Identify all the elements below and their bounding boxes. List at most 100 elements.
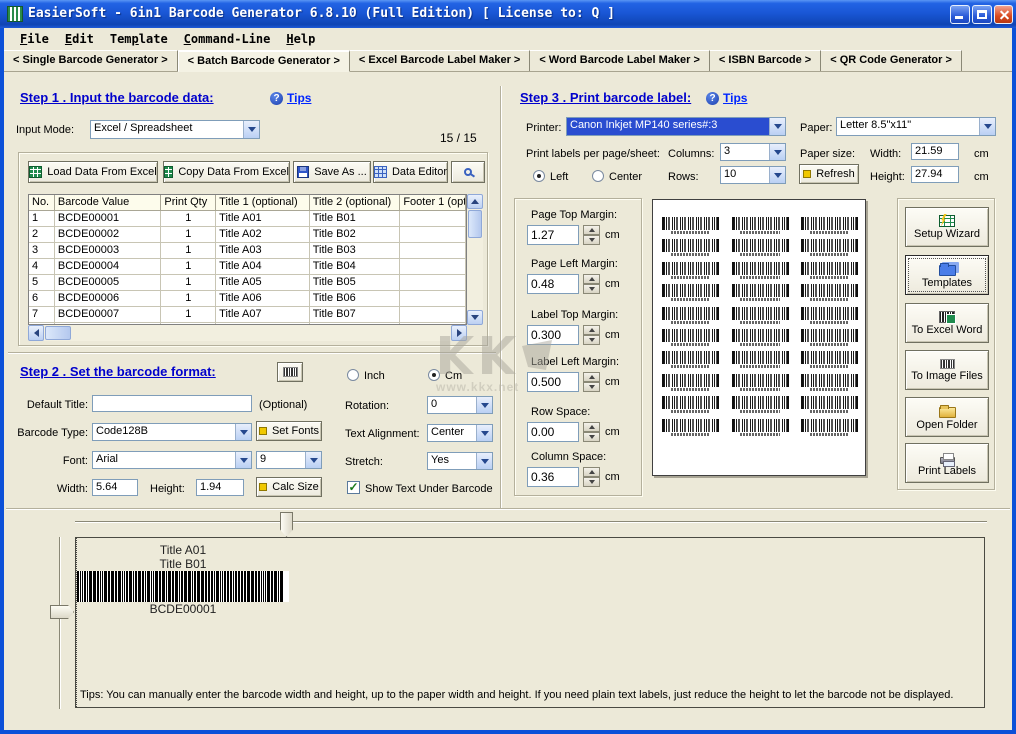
minimize-button[interactable]	[950, 5, 970, 24]
chevron-down-icon[interactable]	[769, 144, 785, 160]
tab-singlebarcodegenerator[interactable]: < Single Barcode Generator >	[4, 50, 178, 71]
menu-item-file[interactable]: File	[12, 30, 57, 48]
spin-down-icon[interactable]	[583, 382, 600, 392]
tab-wordbarcodelabelmaker[interactable]: < Word Barcode Label Maker >	[530, 50, 710, 71]
table-row[interactable]: 3BCDE000031Title A03Title B03	[29, 243, 466, 259]
search-button[interactable]	[451, 161, 485, 183]
margin-input[interactable]: 0.300	[527, 325, 579, 345]
font-size-select[interactable]: 9	[256, 451, 322, 469]
chevron-down-icon[interactable]	[235, 424, 251, 440]
margin-input[interactable]: 0.500	[527, 372, 579, 392]
align-center-radio[interactable]	[592, 170, 604, 182]
inch-radio[interactable]	[347, 369, 359, 381]
chevron-down-icon[interactable]	[235, 452, 251, 468]
scroll-up-icon[interactable]	[467, 194, 483, 209]
margin-spinner[interactable]	[583, 274, 600, 294]
table-vscrollbar[interactable]	[467, 194, 483, 325]
setup-wizard-button[interactable]: Setup Wizard	[905, 207, 989, 247]
margin-input[interactable]: 0.36	[527, 467, 579, 487]
margin-input[interactable]: 1.27	[527, 225, 579, 245]
tab-excelbarcodelabelmaker[interactable]: < Excel Barcode Label Maker >	[350, 50, 530, 71]
Data Editor-button[interactable]: Data Editor	[373, 161, 448, 183]
spin-up-icon[interactable]	[583, 372, 600, 382]
spin-down-icon[interactable]	[583, 235, 600, 245]
barcode-type-select[interactable]: Code128B	[92, 423, 252, 441]
table-row[interactable]: 4BCDE000041Title A04Title B04	[29, 259, 466, 275]
columns-select[interactable]: 3	[720, 143, 786, 161]
to-image-files-button[interactable]: To Image Files	[905, 350, 989, 390]
spin-down-icon[interactable]	[583, 477, 600, 487]
tab-qrcodegenerator[interactable]: < QR Code Generator >	[821, 50, 962, 71]
table-row[interactable]: 7BCDE000071Title A07Title B07	[29, 307, 466, 323]
templates-button[interactable]: Templates	[905, 255, 989, 295]
rotation-select[interactable]: 0	[427, 396, 493, 414]
paper-select[interactable]: Letter 8.5"x11"	[836, 117, 996, 136]
scroll-right-icon[interactable]	[451, 325, 467, 341]
margin-input[interactable]: 0.48	[527, 274, 579, 294]
margin-spinner[interactable]	[583, 225, 600, 245]
menu-item-help[interactable]: Help	[278, 30, 323, 48]
tab-batchbarcodegenerator[interactable]: < Batch Barcode Generator >	[178, 50, 350, 72]
barcode-sample-button[interactable]	[277, 362, 303, 382]
margin-spinner[interactable]	[583, 372, 600, 392]
table-row[interactable]: 5BCDE000051Title A05Title B05	[29, 275, 466, 291]
input-mode-select[interactable]: Excel / Spreadsheet	[90, 120, 260, 139]
hscroll-thumb[interactable]	[45, 326, 71, 340]
printer-select[interactable]: Canon Inkjet MP140 series#:3	[566, 117, 786, 136]
menu-item-command-line[interactable]: Command-Line	[176, 30, 279, 48]
table-hscrollbar[interactable]	[28, 325, 467, 341]
table-row[interactable]: 6BCDE000061Title A06Title B06	[29, 291, 466, 307]
align-left-radio[interactable]	[533, 170, 545, 182]
spin-down-icon[interactable]	[583, 335, 600, 345]
table-row[interactable]: 1BCDE000011Title A01Title B01	[29, 211, 466, 227]
step1-tips-link[interactable]: ? Tips	[270, 91, 311, 105]
rows-select[interactable]: 10	[720, 166, 786, 184]
margin-spinner[interactable]	[583, 422, 600, 442]
chevron-down-icon[interactable]	[476, 453, 492, 469]
font-select[interactable]: Arial	[92, 451, 252, 469]
barcode-data-table[interactable]: No.Barcode ValuePrint QtyTitle 1 (option…	[28, 194, 467, 325]
margin-input[interactable]: 0.00	[527, 422, 579, 442]
spin-up-icon[interactable]	[583, 422, 600, 432]
chevron-down-icon[interactable]	[979, 118, 995, 135]
Save As ...-button[interactable]: Save As ...	[293, 161, 371, 183]
chevron-down-icon[interactable]	[243, 121, 259, 138]
calc-size-button[interactable]: Calc Size	[256, 477, 322, 497]
spin-up-icon[interactable]	[583, 274, 600, 284]
show-text-checkbox[interactable]: ✓	[347, 481, 360, 494]
height-slider[interactable]	[59, 537, 61, 709]
chevron-down-icon[interactable]	[305, 452, 321, 468]
spin-up-icon[interactable]	[583, 467, 600, 477]
print-labels-button[interactable]: Print Labels	[905, 443, 989, 483]
stretch-select[interactable]: Yes	[427, 452, 493, 470]
spin-down-icon[interactable]	[583, 284, 600, 294]
paper-height-input[interactable]: 27.94	[911, 166, 959, 183]
chevron-down-icon[interactable]	[769, 118, 785, 135]
vscroll-thumb[interactable]	[468, 210, 482, 238]
chevron-down-icon[interactable]	[476, 397, 492, 413]
height-input[interactable]: 1.94	[196, 479, 244, 496]
set-fonts-button[interactable]: Set Fonts	[256, 421, 322, 441]
menu-item-template[interactable]: Template	[102, 30, 176, 48]
width-slider[interactable]	[75, 521, 987, 523]
table-row[interactable]: 2BCDE000021Title A02Title B02	[29, 227, 466, 243]
margin-spinner[interactable]	[583, 325, 600, 345]
Copy Data From Excel-button[interactable]: Copy Data From Excel	[163, 161, 290, 183]
width-input[interactable]: 5.64	[92, 479, 138, 496]
Load Data From Excel-button[interactable]: Load Data From Excel	[28, 161, 158, 183]
menu-item-edit[interactable]: Edit	[57, 30, 102, 48]
margin-spinner[interactable]	[583, 467, 600, 487]
spin-up-icon[interactable]	[583, 325, 600, 335]
chevron-down-icon[interactable]	[476, 425, 492, 441]
spin-up-icon[interactable]	[583, 225, 600, 235]
close-button[interactable]	[994, 5, 1013, 24]
tab-isbnbarcode[interactable]: < ISBN Barcode >	[710, 50, 821, 71]
cm-radio[interactable]	[428, 369, 440, 381]
refresh-button[interactable]: Refresh	[799, 164, 859, 184]
scroll-left-icon[interactable]	[28, 325, 44, 341]
step3-tips-link[interactable]: ? Tips	[706, 91, 747, 105]
spin-down-icon[interactable]	[583, 432, 600, 442]
to-excel-word-button[interactable]: To Excel Word	[905, 303, 989, 343]
open-folder-button[interactable]: Open Folder	[905, 397, 989, 437]
maximize-button[interactable]	[972, 5, 992, 24]
